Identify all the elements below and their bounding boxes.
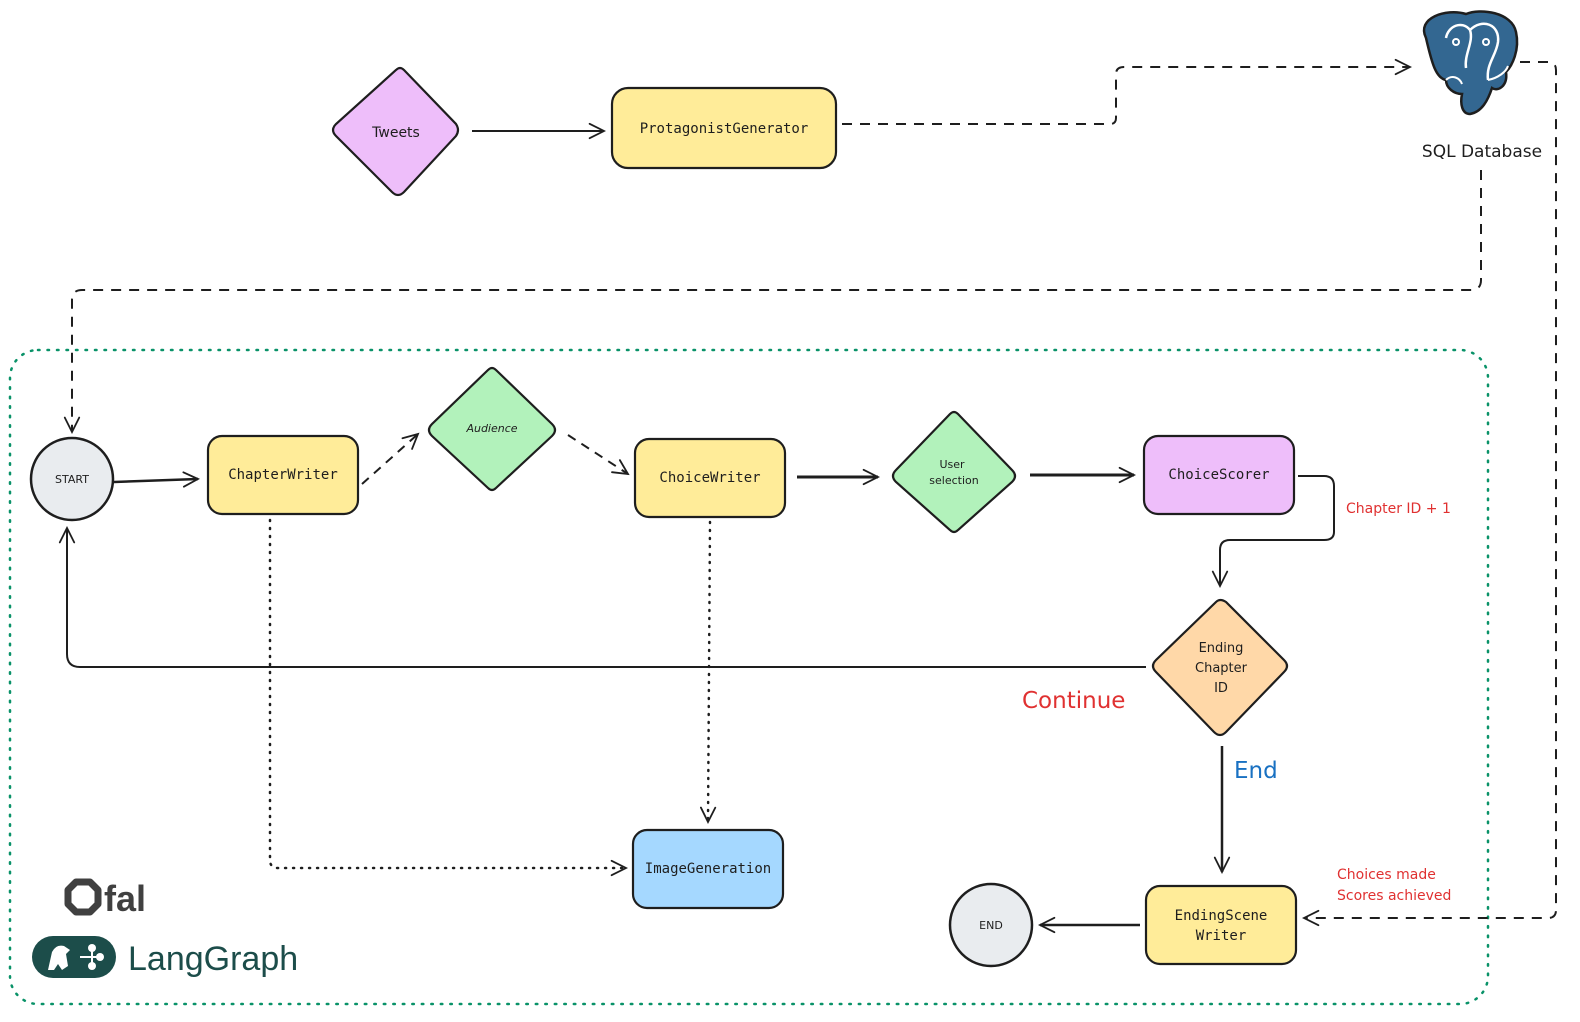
edge-audience-to-choicewriter bbox=[567, 434, 628, 474]
scores-achieved-note: Scores achieved bbox=[1337, 888, 1451, 904]
fal-octagon-icon bbox=[64, 878, 102, 916]
node-ending-scene-line2: Writer bbox=[1196, 928, 1247, 944]
diagram-canvas: Tweets ProtagonistGenerator SQL Database… bbox=[8, 10, 1557, 1006]
node-ending-scene-writer[interactable]: EndingScene Writer bbox=[1144, 884, 1298, 966]
edge-chapterwriter-to-audience bbox=[361, 434, 418, 485]
node-chapter-writer[interactable]: ChapterWriter bbox=[206, 434, 360, 516]
node-choice-scorer-label: ChoiceScorer bbox=[1168, 467, 1269, 483]
node-choice-writer[interactable]: ChoiceWriter bbox=[633, 437, 787, 519]
node-protagonist-generator[interactable]: ProtagonistGenerator bbox=[610, 86, 838, 170]
fal-logo-text: fal bbox=[104, 878, 146, 919]
langgraph-logo: LangGraph bbox=[32, 936, 298, 978]
node-start-label: START bbox=[55, 473, 89, 486]
postgresql-elephant-icon[interactable] bbox=[1422, 10, 1519, 116]
edge-endingchapter-to-start-continue bbox=[67, 528, 1146, 668]
node-chapter-writer-label: ChapterWriter bbox=[228, 467, 338, 483]
node-user-selection-line2: selection bbox=[929, 474, 978, 487]
choices-made-note: Choices made bbox=[1337, 867, 1436, 883]
node-ending-chapter-id[interactable]: Ending Chapter ID bbox=[1151, 598, 1289, 737]
node-image-generation[interactable]: ImageGeneration bbox=[631, 828, 785, 910]
node-end-label: END bbox=[979, 919, 1003, 932]
chapter-id-increment-note: Chapter ID + 1 bbox=[1346, 501, 1451, 517]
node-user-selection-line1: User bbox=[939, 458, 965, 471]
node-choice-writer-label: ChoiceWriter bbox=[659, 470, 760, 486]
langgraph-logo-text: LangGraph bbox=[128, 940, 298, 978]
node-ending-chapter-line1: Ending bbox=[1199, 641, 1244, 656]
node-tweets[interactable]: Tweets bbox=[331, 66, 460, 197]
node-image-generation-label: ImageGeneration bbox=[645, 861, 771, 877]
edge-start-to-chapterwriter bbox=[113, 479, 198, 482]
edge-chapterwriter-to-imagegeneration bbox=[268, 518, 626, 868]
node-ending-scene-line1: EndingScene bbox=[1175, 908, 1268, 924]
end-edge-label: End bbox=[1234, 758, 1278, 784]
edge-database-to-start bbox=[72, 170, 1482, 432]
node-audience-label: Audience bbox=[465, 422, 517, 435]
node-end[interactable]: END bbox=[948, 882, 1034, 968]
node-start[interactable]: START bbox=[29, 436, 115, 522]
edge-choicewriter-to-imagegeneration bbox=[708, 520, 710, 822]
node-choice-scorer[interactable]: ChoiceScorer bbox=[1142, 434, 1296, 516]
node-ending-chapter-line2: Chapter bbox=[1195, 661, 1248, 676]
fal-logo: fal bbox=[64, 878, 146, 919]
node-tweets-label: Tweets bbox=[371, 125, 420, 141]
continue-edge-label: Continue bbox=[1022, 688, 1125, 714]
node-user-selection[interactable]: User selection bbox=[891, 410, 1017, 534]
node-protagonist-generator-label: ProtagonistGenerator bbox=[640, 121, 809, 137]
node-audience[interactable]: Audience bbox=[427, 366, 557, 492]
edge-database-to-endingscene bbox=[1304, 61, 1557, 918]
database-label: SQL Database bbox=[1422, 142, 1542, 162]
node-ending-chapter-line3: ID bbox=[1214, 681, 1228, 696]
edge-protagonist-to-database bbox=[842, 67, 1410, 125]
